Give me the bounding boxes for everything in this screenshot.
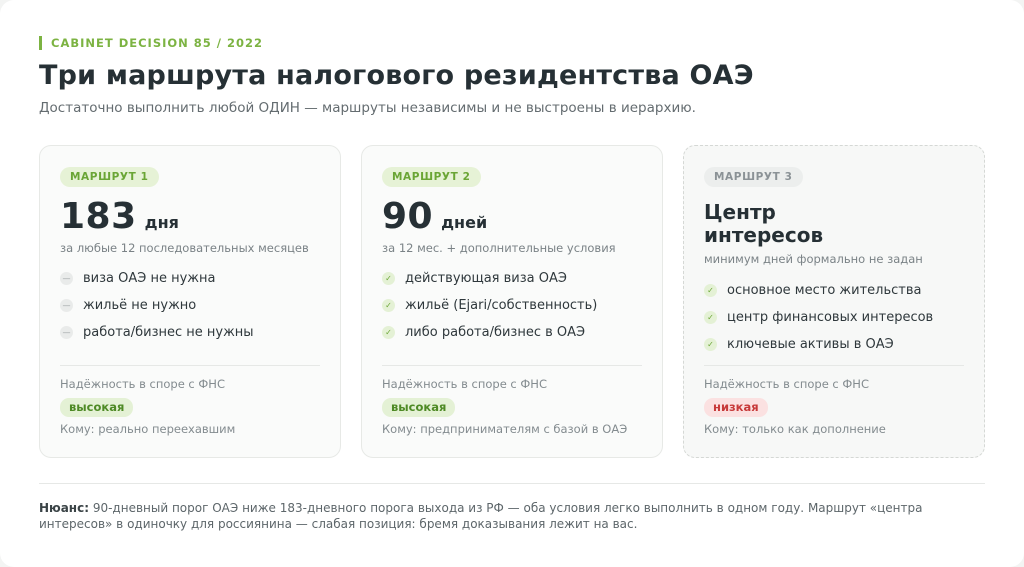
route-conditions: ✓ действующая виза ОАЭ ✓ жильё (Ejari/собс… xyxy=(382,265,597,346)
condition-text: действующая виза ОАЭ xyxy=(405,271,567,286)
condition-text: основное место жительства xyxy=(727,283,922,298)
note-label: Нюанс: xyxy=(39,501,90,515)
reliability-label: Надёжность в споре с ФНС xyxy=(60,377,225,391)
condition-text: жильё не нужно xyxy=(83,298,197,313)
footer-note: Нюанс: 90-дневный порог ОАЭ ниже 183-дне… xyxy=(39,500,939,532)
route-threshold: 183 дня xyxy=(60,196,179,237)
condition-text: жильё (Ejari/собственность) xyxy=(405,298,598,313)
threshold-unit: дней xyxy=(441,213,488,232)
eyebrow-label: CABINET DECISION 85 / 2022 xyxy=(39,36,263,50)
list-item: — работа/бизнес не нужны xyxy=(60,319,254,346)
note-text: 90-дневный порог ОАЭ ниже 183-дневного п… xyxy=(39,501,923,531)
divider xyxy=(704,365,964,366)
list-item: ✓ основное место жительства xyxy=(704,277,933,304)
reliability-badge: высокая xyxy=(382,398,456,417)
check-icon: ✓ xyxy=(382,326,395,339)
reliability-label: Надёжность в споре с ФНС xyxy=(704,377,869,391)
route-caption: за любые 12 последовательных месяцев xyxy=(60,241,309,255)
list-item: ✓ либо работа/бизнес в ОАЭ xyxy=(382,319,597,346)
page-subtitle: Достаточно выполнить любой ОДИН — маршру… xyxy=(39,100,696,116)
dash-icon: — xyxy=(60,299,73,312)
list-item: ✓ центр финансовых интересов xyxy=(704,304,933,331)
slide: CABINET DECISION 85 / 2022 Три маршрута … xyxy=(0,0,1024,567)
list-item: ✓ жильё (Ejari/собственность) xyxy=(382,292,597,319)
check-icon: ✓ xyxy=(704,311,717,324)
threshold-number: 183 xyxy=(60,196,137,237)
list-item: ✓ действующая виза ОАЭ xyxy=(382,265,597,292)
route-title-line: Центр xyxy=(704,200,776,224)
page-title: Три маршрута налогового резидентства ОАЭ xyxy=(39,60,754,91)
route-caption: за 12 мес. + дополнительные условия xyxy=(382,241,616,255)
threshold-unit: дня xyxy=(144,213,179,232)
dash-icon: — xyxy=(60,272,73,285)
list-item: ✓ ключевые активы в ОАЭ xyxy=(704,331,933,358)
condition-text: центр финансовых интересов xyxy=(727,310,934,325)
condition-text: виза ОАЭ не нужна xyxy=(83,271,216,286)
audience-text: Кому: реально переехавшим xyxy=(60,422,236,436)
route-card-2: МАРШРУТ 2 90 дней за 12 мес. + дополнител… xyxy=(361,145,663,458)
reliability-badge: низкая xyxy=(704,398,768,417)
route-card-3: МАРШРУТ 3 Центр интересов минимум дней ф… xyxy=(683,145,985,458)
route-title: Центр интересов xyxy=(704,201,823,247)
route-threshold: 90 дней xyxy=(382,196,487,237)
condition-text: либо работа/бизнес в ОАЭ xyxy=(405,325,586,340)
check-icon: ✓ xyxy=(704,284,717,297)
condition-text: ключевые активы в ОАЭ xyxy=(727,337,894,352)
route-badge: МАРШРУТ 2 xyxy=(382,167,481,187)
route-conditions: — виза ОАЭ не нужна — жильё не нужно — рабо… xyxy=(60,265,254,346)
reliability-label: Надёжность в споре с ФНС xyxy=(382,377,547,391)
check-icon: ✓ xyxy=(704,338,717,351)
route-card-1: МАРШРУТ 1 183 дня за любые 12 последовате… xyxy=(39,145,341,458)
dash-icon: — xyxy=(60,326,73,339)
divider xyxy=(60,365,320,366)
list-item: — жильё не нужно xyxy=(60,292,254,319)
check-icon: ✓ xyxy=(382,299,395,312)
audience-text: Кому: предпринимателям с базой в ОАЭ xyxy=(382,422,628,436)
reliability-badge: высокая xyxy=(60,398,134,417)
route-conditions: ✓ основное место жительства ✓ центр финанс… xyxy=(704,277,933,358)
condition-text: работа/бизнес не нужны xyxy=(83,325,254,340)
route-title-line: интересов xyxy=(704,223,824,247)
route-badge: МАРШРУТ 1 xyxy=(60,167,159,187)
threshold-number: 90 xyxy=(382,196,434,237)
footer-divider xyxy=(39,483,985,484)
list-item: — виза ОАЭ не нужна xyxy=(60,265,254,292)
route-caption: минимум дней формально не задан xyxy=(704,252,923,266)
audience-text: Кому: только как дополнение xyxy=(704,422,886,436)
divider xyxy=(382,365,642,366)
route-badge: МАРШРУТ 3 xyxy=(704,167,803,187)
check-icon: ✓ xyxy=(382,272,395,285)
